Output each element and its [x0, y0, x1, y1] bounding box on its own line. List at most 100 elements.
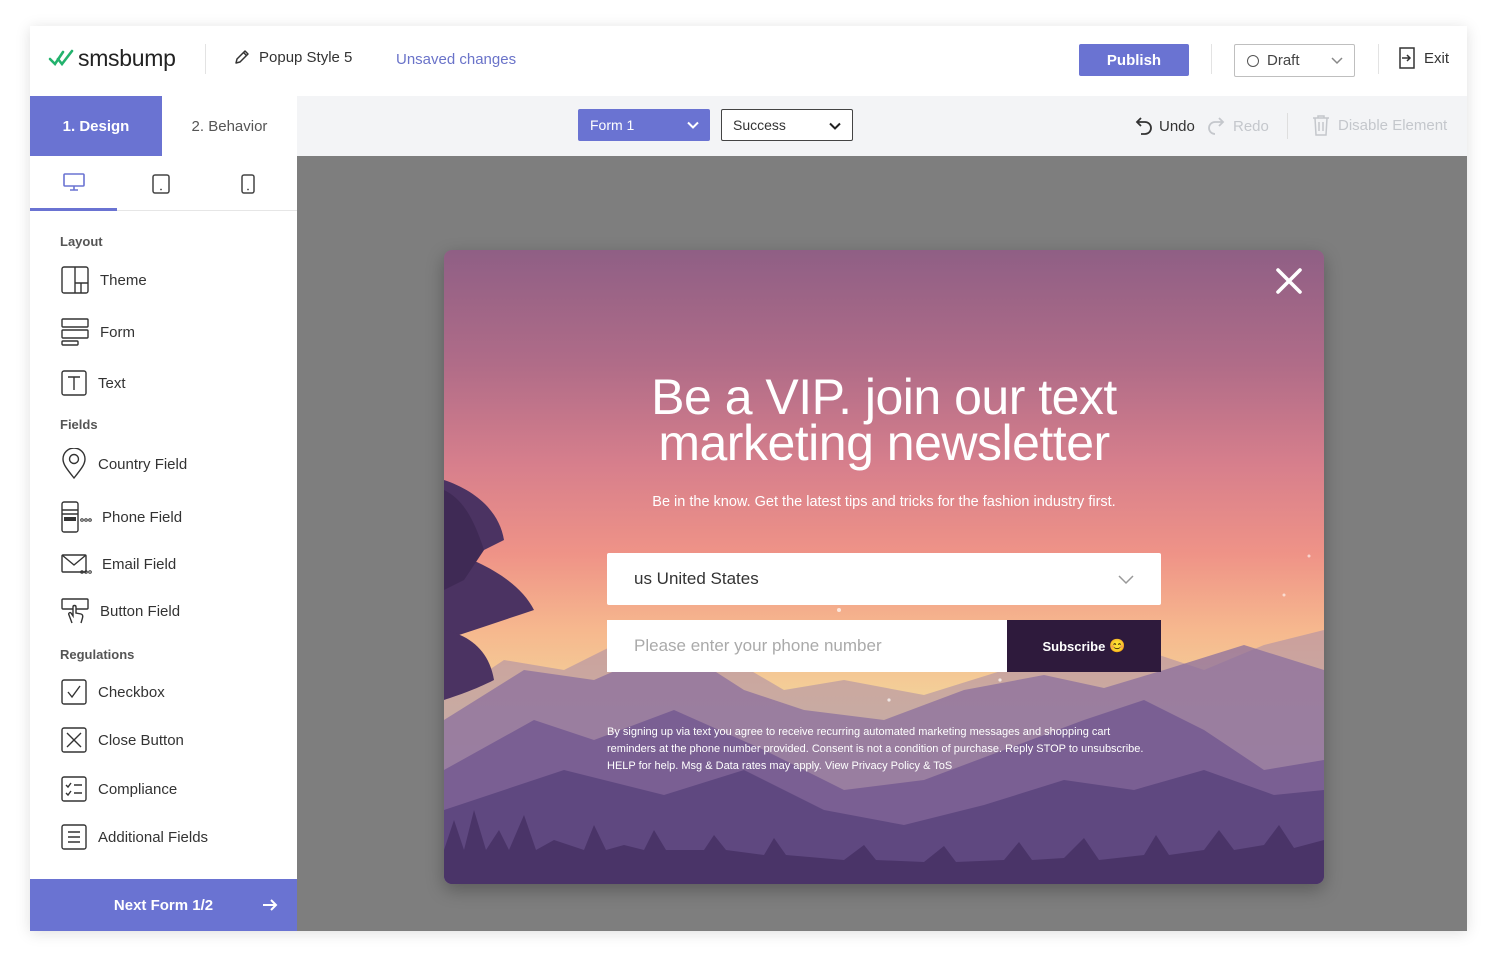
logo-text: smsbump	[78, 44, 176, 71]
chevron-down-icon	[687, 121, 699, 129]
sidebar-item-checkbox[interactable]: Checkbox	[60, 678, 165, 706]
mobile-icon	[240, 173, 255, 194]
chevron-down-icon	[1118, 575, 1134, 585]
sidebar-item-label: Close Button	[98, 731, 184, 749]
phone-input[interactable]: Please enter your phone number	[607, 620, 1007, 672]
location-pin-icon	[62, 448, 86, 480]
editor-toolbar: 1. Design 2. Behavior Form 1 Success Und…	[30, 96, 1467, 156]
undo-button[interactable]: Undo	[1132, 114, 1195, 138]
device-tablet[interactable]	[117, 156, 204, 211]
form-icon	[61, 318, 89, 346]
pencil-icon	[235, 50, 249, 64]
divider	[1211, 44, 1212, 74]
device-desktop[interactable]	[30, 156, 117, 211]
device-mobile[interactable]	[204, 156, 291, 211]
section-fields: Fields	[60, 417, 98, 432]
sidebar-item-email-field[interactable]: Email Field	[60, 552, 176, 576]
legal-text: By signing up via text you agree to rece…	[607, 726, 1144, 772]
close-icon[interactable]	[1274, 266, 1304, 296]
divider	[1378, 44, 1379, 74]
status-circle-icon	[1247, 54, 1259, 67]
state-select[interactable]: Success	[721, 109, 853, 141]
smile-emoji-icon: 😊	[1109, 638, 1126, 653]
redo-label: Redo	[1233, 117, 1269, 135]
next-form-label: Next Form 1/2	[113, 896, 214, 914]
trash-icon	[1313, 115, 1329, 136]
sidebar-item-label: Theme	[100, 271, 147, 289]
undo-label: Undo	[1159, 117, 1195, 135]
theme-icon	[61, 266, 89, 294]
chevron-down-icon	[829, 122, 841, 130]
publish-button[interactable]: Publish	[1079, 44, 1189, 76]
sidebar-item-label: Text	[98, 374, 126, 392]
top-bar: smsbump Popup Style 5 Unsaved changes Pu…	[30, 26, 1467, 96]
divider	[205, 44, 206, 74]
disable-element-button[interactable]: Disable Element	[1310, 113, 1447, 137]
email-field-icon	[61, 554, 92, 574]
section-regulations: Regulations	[60, 647, 135, 662]
sidebar-item-phone-field[interactable]: Phone Field	[60, 500, 182, 534]
redo-icon	[1208, 117, 1225, 135]
headline-line-2: marketing newsletter	[658, 415, 1110, 471]
section-layout: Layout	[60, 234, 103, 249]
logo: smsbump	[48, 42, 176, 74]
popup-name[interactable]: Popup Style 5	[233, 48, 352, 66]
tablet-icon	[151, 173, 170, 194]
text-icon	[61, 370, 87, 396]
headline-line-1: Be a VIP. join our text	[651, 369, 1117, 425]
tab-behavior[interactable]: 2. Behavior	[162, 96, 297, 156]
unsaved-changes-label: Unsaved changes	[396, 51, 517, 68]
redo-button[interactable]: Redo	[1206, 114, 1269, 138]
country-select[interactable]: us United States	[607, 553, 1161, 605]
exit-button[interactable]: Exit	[1398, 46, 1449, 70]
disable-element-label: Disable Element	[1338, 116, 1448, 134]
undo-icon	[1135, 117, 1152, 135]
arrow-right-icon	[263, 899, 278, 911]
phone-input-placeholder: Please enter your phone number	[634, 636, 882, 655]
sidebar-item-text[interactable]: Text	[60, 369, 126, 397]
popup-headline: Be a VIP. join our text marketing newsle…	[444, 369, 1324, 471]
sidebar-item-form[interactable]: Form	[60, 317, 135, 347]
divider	[1287, 113, 1288, 139]
logo-check-icon	[48, 49, 74, 67]
chevron-down-icon	[1331, 57, 1343, 65]
sidebar-item-label: Compliance	[98, 780, 178, 798]
sidebar-item-compliance[interactable]: Compliance	[60, 775, 177, 803]
sidebar-item-label: Country Field	[98, 455, 188, 473]
sidebar-item-label: Additional Fields	[98, 828, 209, 846]
next-form-button[interactable]: Next Form 1/2	[30, 879, 297, 931]
popup-preview: Be a VIP. join our text marketing newsle…	[444, 250, 1324, 884]
phone-field-icon	[61, 501, 92, 533]
status-dropdown[interactable]: Draft	[1234, 44, 1355, 77]
popup-subheadline: Be in the know. Get the latest tips and …	[652, 494, 1116, 510]
desktop-icon	[62, 173, 85, 191]
device-switcher	[30, 156, 297, 211]
sidebar-item-label: Button Field	[100, 602, 181, 620]
sidebar-item-additional-fields[interactable]: Additional Fields	[60, 823, 208, 851]
sidebar-item-label: Phone Field	[102, 508, 183, 526]
button-field-icon	[61, 598, 89, 624]
popup-name-label: Popup Style 5	[259, 48, 353, 66]
sidebar-item-label: Email Field	[102, 555, 177, 573]
subscribe-button[interactable]: Subscribe 😊	[1007, 620, 1161, 672]
exit-label: Exit	[1424, 49, 1450, 67]
subscribe-label: Subscribe	[1042, 638, 1106, 654]
sidebar-item-theme[interactable]: Theme	[60, 265, 147, 295]
sidebar: Layout Theme Form Text Fields Country Fi…	[30, 156, 297, 931]
sidebar-item-country-field[interactable]: Country Field	[60, 448, 187, 480]
preview-canvas: Be a VIP. join our text marketing newsle…	[297, 156, 1467, 931]
status-value: Draft	[1267, 52, 1300, 69]
checkbox-icon	[61, 679, 87, 705]
form-select[interactable]: Form 1	[578, 109, 710, 141]
close-box-icon	[61, 727, 87, 753]
sidebar-item-close-button[interactable]: Close Button	[60, 726, 184, 754]
tab-design[interactable]: 1. Design	[30, 96, 162, 156]
list-icon	[61, 824, 87, 850]
form-select-value: Form 1	[590, 117, 635, 133]
state-select-value: Success	[733, 117, 786, 133]
sidebar-item-label: Checkbox	[98, 683, 165, 701]
country-select-value: us United States	[634, 569, 759, 588]
sidebar-item-button-field[interactable]: Button Field	[60, 596, 180, 626]
exit-icon	[1399, 47, 1415, 69]
compliance-icon	[61, 776, 87, 802]
